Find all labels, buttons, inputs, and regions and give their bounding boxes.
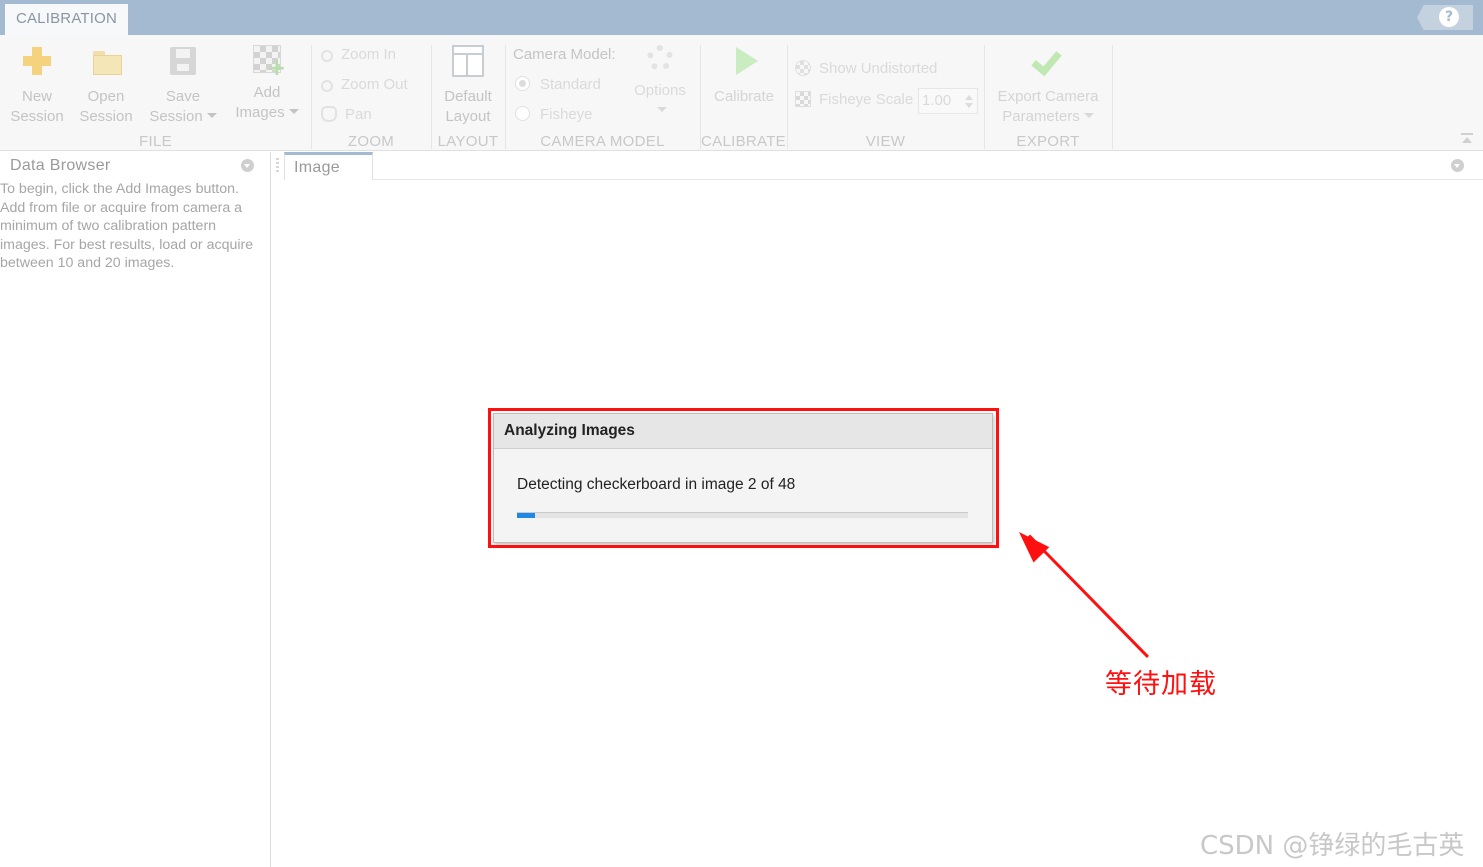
- save-session-button[interactable]: Save Session: [146, 45, 220, 127]
- zoom-in-button[interactable]: Zoom In: [321, 44, 396, 66]
- annotation-arrow-line: [1027, 534, 1150, 659]
- watermark: CSDN @铮绿的毛古英: [1200, 831, 1465, 861]
- export-label-2: Parameters: [1002, 108, 1080, 125]
- fisheye-scale-spinner[interactable]: 1.00: [918, 88, 978, 114]
- panel-menu-icon[interactable]: [241, 159, 254, 172]
- plus-icon: [21, 45, 53, 77]
- calibrator-app: CALIBRATION ? New Session Open Session S…: [0, 0, 1483, 867]
- gear-icon: [647, 45, 673, 71]
- fisheye-radio[interactable]: Fisheye: [515, 104, 593, 126]
- save-icon: [167, 45, 199, 77]
- hand-icon: [321, 106, 337, 122]
- group-label-camera-model: CAMERA MODEL: [540, 133, 665, 150]
- chevron-down-icon: [206, 113, 217, 118]
- pan-label: Pan: [345, 106, 372, 123]
- checkerboard-icon: [795, 91, 811, 107]
- tab-image[interactable]: Image: [284, 152, 373, 180]
- new-session-label-2: Session: [10, 108, 64, 125]
- options-label: Options: [634, 82, 686, 99]
- instruction-line: minimum of two calibration pattern: [0, 218, 217, 234]
- instruction-line: Add from file or acquire from camera a: [0, 199, 243, 216]
- show-undistorted-label: Show Undistorted: [819, 60, 938, 77]
- spinner-up-icon[interactable]: [965, 95, 973, 100]
- add-images-button[interactable]: Add Images: [231, 45, 303, 123]
- open-session-label-2: Session: [79, 108, 133, 125]
- layout-icon: [452, 45, 484, 77]
- pan-button[interactable]: Pan: [321, 104, 372, 126]
- standard-radio[interactable]: Standard: [515, 74, 601, 96]
- panel-menu-icon[interactable]: [1451, 159, 1464, 172]
- add-images-icon: [253, 45, 286, 78]
- default-layout-label-1: Default: [444, 88, 492, 105]
- fisheye-scale-value: 1.00: [922, 92, 952, 109]
- annotation-highlight-box: [488, 408, 999, 548]
- instruction-line: images. For best results, load or acquir…: [0, 236, 254, 253]
- show-undistorted-toggle[interactable]: Show Undistorted: [795, 58, 937, 80]
- tab-strip: CALIBRATION ?: [0, 0, 1483, 35]
- fisheye-label: Fisheye: [540, 106, 593, 123]
- chevron-down-icon: [1083, 113, 1094, 118]
- separator: [1112, 45, 1113, 149]
- spinner-down-icon[interactable]: [965, 103, 973, 108]
- instruction-line: between 10 and 20 images.: [0, 255, 175, 271]
- instruction-line: To begin, click the Add Images button.: [0, 181, 239, 197]
- radio-unselected-icon: [515, 106, 530, 121]
- tab-calibration[interactable]: CALIBRATION: [5, 4, 128, 35]
- fisheye-scale-label-group: Fisheye Scale: [795, 89, 913, 111]
- help-icon[interactable]: ?: [1439, 7, 1459, 27]
- zoom-in-icon: [321, 50, 333, 62]
- chevron-down-icon: [657, 107, 667, 112]
- add-images-label-1: Add: [253, 84, 281, 101]
- zoom-out-icon: [321, 80, 333, 92]
- camera-model-label: Camera Model:: [513, 46, 616, 63]
- default-layout-label-2: Layout: [445, 108, 491, 125]
- folder-icon: [90, 45, 122, 77]
- zoom-in-label: Zoom In: [341, 46, 397, 63]
- annotation-text: 等待加载: [1105, 669, 1217, 700]
- options-button[interactable]: Options: [628, 45, 692, 121]
- radio-selected-icon: [515, 76, 530, 91]
- save-session-label-1: Save: [165, 88, 201, 105]
- group-label-view: VIEW: [865, 133, 906, 150]
- save-session-label-2: Session: [149, 108, 203, 125]
- calibrate-label: Calibrate: [713, 88, 775, 105]
- group-label-file: FILE: [139, 133, 172, 150]
- play-icon: [728, 45, 760, 77]
- data-browser-panel: Data Browser To begin, click the Add Ima…: [0, 152, 271, 867]
- collapse-toolstrip-icon[interactable]: [1461, 133, 1473, 145]
- group-label-calibrate: CALIBRATE: [701, 133, 786, 150]
- group-label-zoom: ZOOM: [347, 133, 395, 150]
- annotation-arrow-head: [1011, 524, 1050, 563]
- zoom-out-button[interactable]: Zoom Out: [321, 74, 408, 96]
- calibrate-button[interactable]: Calibrate: [708, 45, 780, 107]
- export-camera-parameters-button[interactable]: Export Camera Parameters: [992, 45, 1104, 127]
- new-session-button[interactable]: New Session: [8, 45, 66, 127]
- check-icon: [1032, 45, 1064, 77]
- add-images-label-2: Images: [235, 104, 285, 121]
- data-browser-title: Data Browser: [10, 157, 111, 174]
- default-layout-button[interactable]: Default Layout: [439, 45, 497, 127]
- zoom-out-label: Zoom Out: [341, 76, 408, 93]
- new-session-label-1: New: [21, 88, 52, 105]
- chevron-down-icon: [288, 109, 299, 114]
- image-panel-divider: [373, 179, 1483, 180]
- group-label-export: EXPORT: [1016, 133, 1080, 150]
- open-session-label-1: Open: [87, 88, 125, 105]
- panel-grip-handle[interactable]: [276, 158, 279, 174]
- export-label-1: Export Camera: [997, 88, 1099, 105]
- group-label-layout: LAYOUT: [437, 133, 499, 150]
- fisheye-scale-label: Fisheye Scale: [819, 91, 914, 108]
- checkerboard-circle-icon: [795, 60, 811, 76]
- standard-label: Standard: [540, 76, 601, 93]
- open-session-button[interactable]: Open Session: [76, 45, 136, 127]
- toolstrip: New Session Open Session Save Session Ad…: [0, 35, 1483, 151]
- data-browser-instructions: To begin, click the Add Images button. A…: [0, 180, 271, 273]
